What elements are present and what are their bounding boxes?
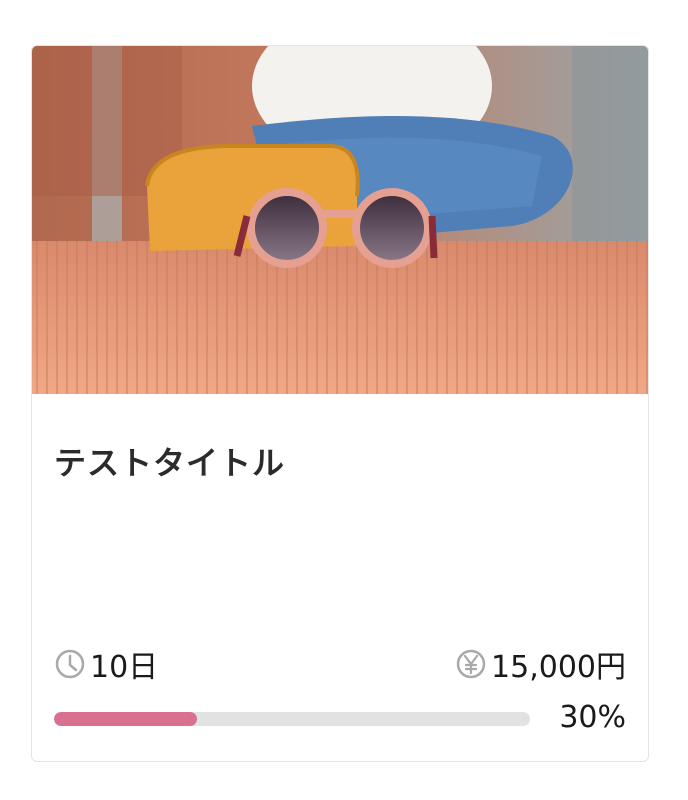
- yen-circle-icon: [456, 649, 486, 679]
- card-image: [32, 46, 648, 394]
- progress-track: [54, 712, 530, 726]
- project-card[interactable]: テストタイトル 10日 15,000円 30%: [31, 45, 649, 762]
- days-text: 10日: [90, 650, 159, 685]
- price-text: 15,000円: [491, 650, 626, 685]
- clock-icon: [55, 649, 85, 679]
- progress-fill: [54, 712, 197, 726]
- funding-progress: 30%: [54, 700, 626, 735]
- card-meta: 10日 15,000円: [54, 642, 626, 685]
- days-remaining: 10日: [54, 642, 158, 686]
- card-title[interactable]: テストタイトル: [54, 438, 285, 484]
- progress-percent: 30%: [559, 700, 626, 735]
- price: 15,000円: [455, 642, 626, 686]
